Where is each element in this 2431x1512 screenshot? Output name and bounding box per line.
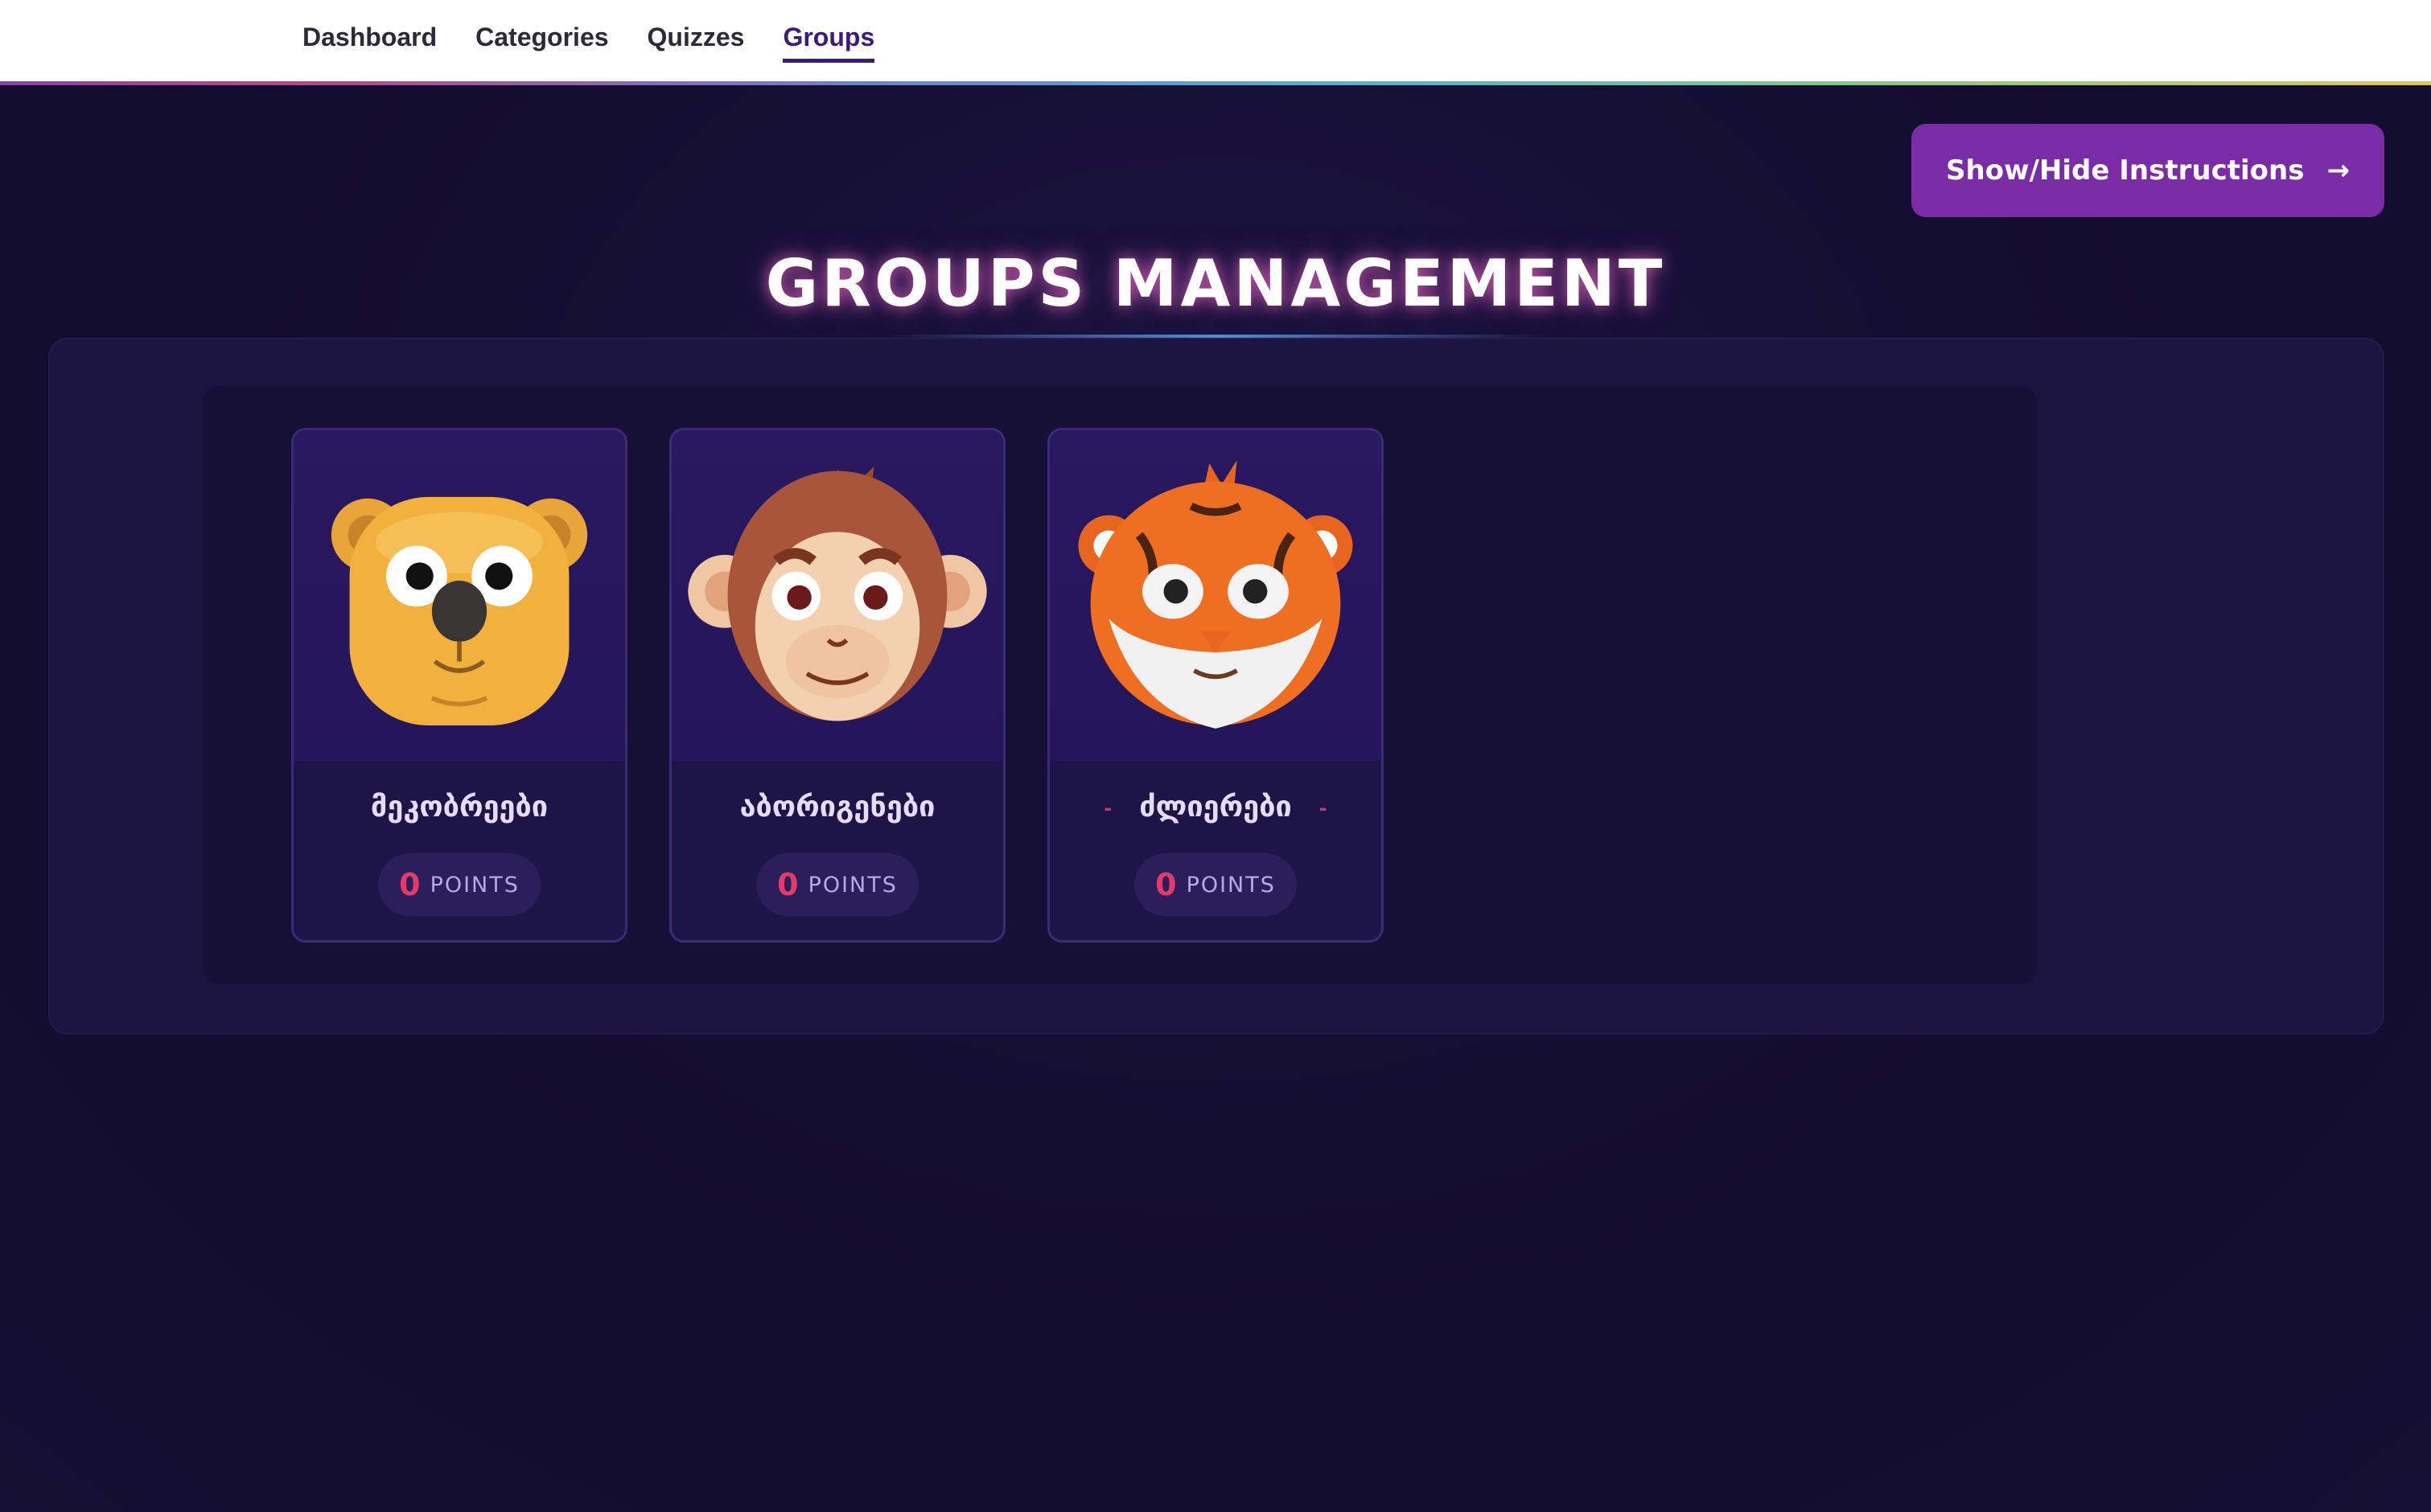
points-badge: 0 POINTS	[756, 853, 919, 916]
group-card[interactable]: მეკობრეები 0 POINTS	[291, 428, 627, 943]
group-avatar-area	[672, 430, 1003, 762]
group-avatar-area	[294, 430, 625, 762]
group-name: მეკობრეები	[370, 791, 549, 824]
points-value: 0	[1155, 867, 1177, 902]
nav-item-groups[interactable]: Groups	[783, 23, 875, 63]
points-value: 0	[777, 867, 799, 902]
group-card[interactable]: - ძლიერები - 0 POINTS	[1047, 428, 1384, 943]
instructions-button-label: Show/Hide Instructions	[1946, 154, 2305, 187]
points-badge: 0 POINTS	[1134, 853, 1297, 916]
group-name-text: ძლიერები	[1139, 791, 1292, 824]
nav-item-categories[interactable]: Categories	[475, 23, 608, 63]
nav-item-quizzes[interactable]: Quizzes	[648, 23, 745, 63]
monkey-icon	[688, 466, 987, 721]
name-dash-right: -	[1318, 797, 1327, 820]
page-title: GROUPS MANAGEMENT	[765, 246, 1666, 321]
points-label: POINTS	[430, 872, 520, 898]
group-card[interactable]: აბორიგენები 0 POINTS	[669, 428, 1006, 943]
group-name: - ძლიერები -	[1050, 791, 1381, 824]
name-dash-left: -	[1104, 797, 1113, 820]
group-avatar-area	[1050, 430, 1381, 762]
bear-icon	[331, 496, 588, 726]
group-name: აბორიგენები	[739, 791, 936, 824]
points-label: POINTS	[1186, 872, 1276, 898]
points-badge: 0 POINTS	[378, 853, 541, 916]
tiger-icon	[1078, 460, 1353, 729]
top-navigation: Dashboard Categories Quizzes Groups	[0, 0, 2431, 85]
show-hide-instructions-button[interactable]: Show/Hide Instructions →	[1911, 124, 2384, 217]
arrow-right-icon: →	[2326, 154, 2350, 187]
points-value: 0	[399, 867, 421, 902]
points-label: POINTS	[808, 872, 898, 898]
nav-links: Dashboard Categories Quizzes Groups	[302, 23, 875, 63]
nav-item-dashboard[interactable]: Dashboard	[302, 23, 437, 63]
